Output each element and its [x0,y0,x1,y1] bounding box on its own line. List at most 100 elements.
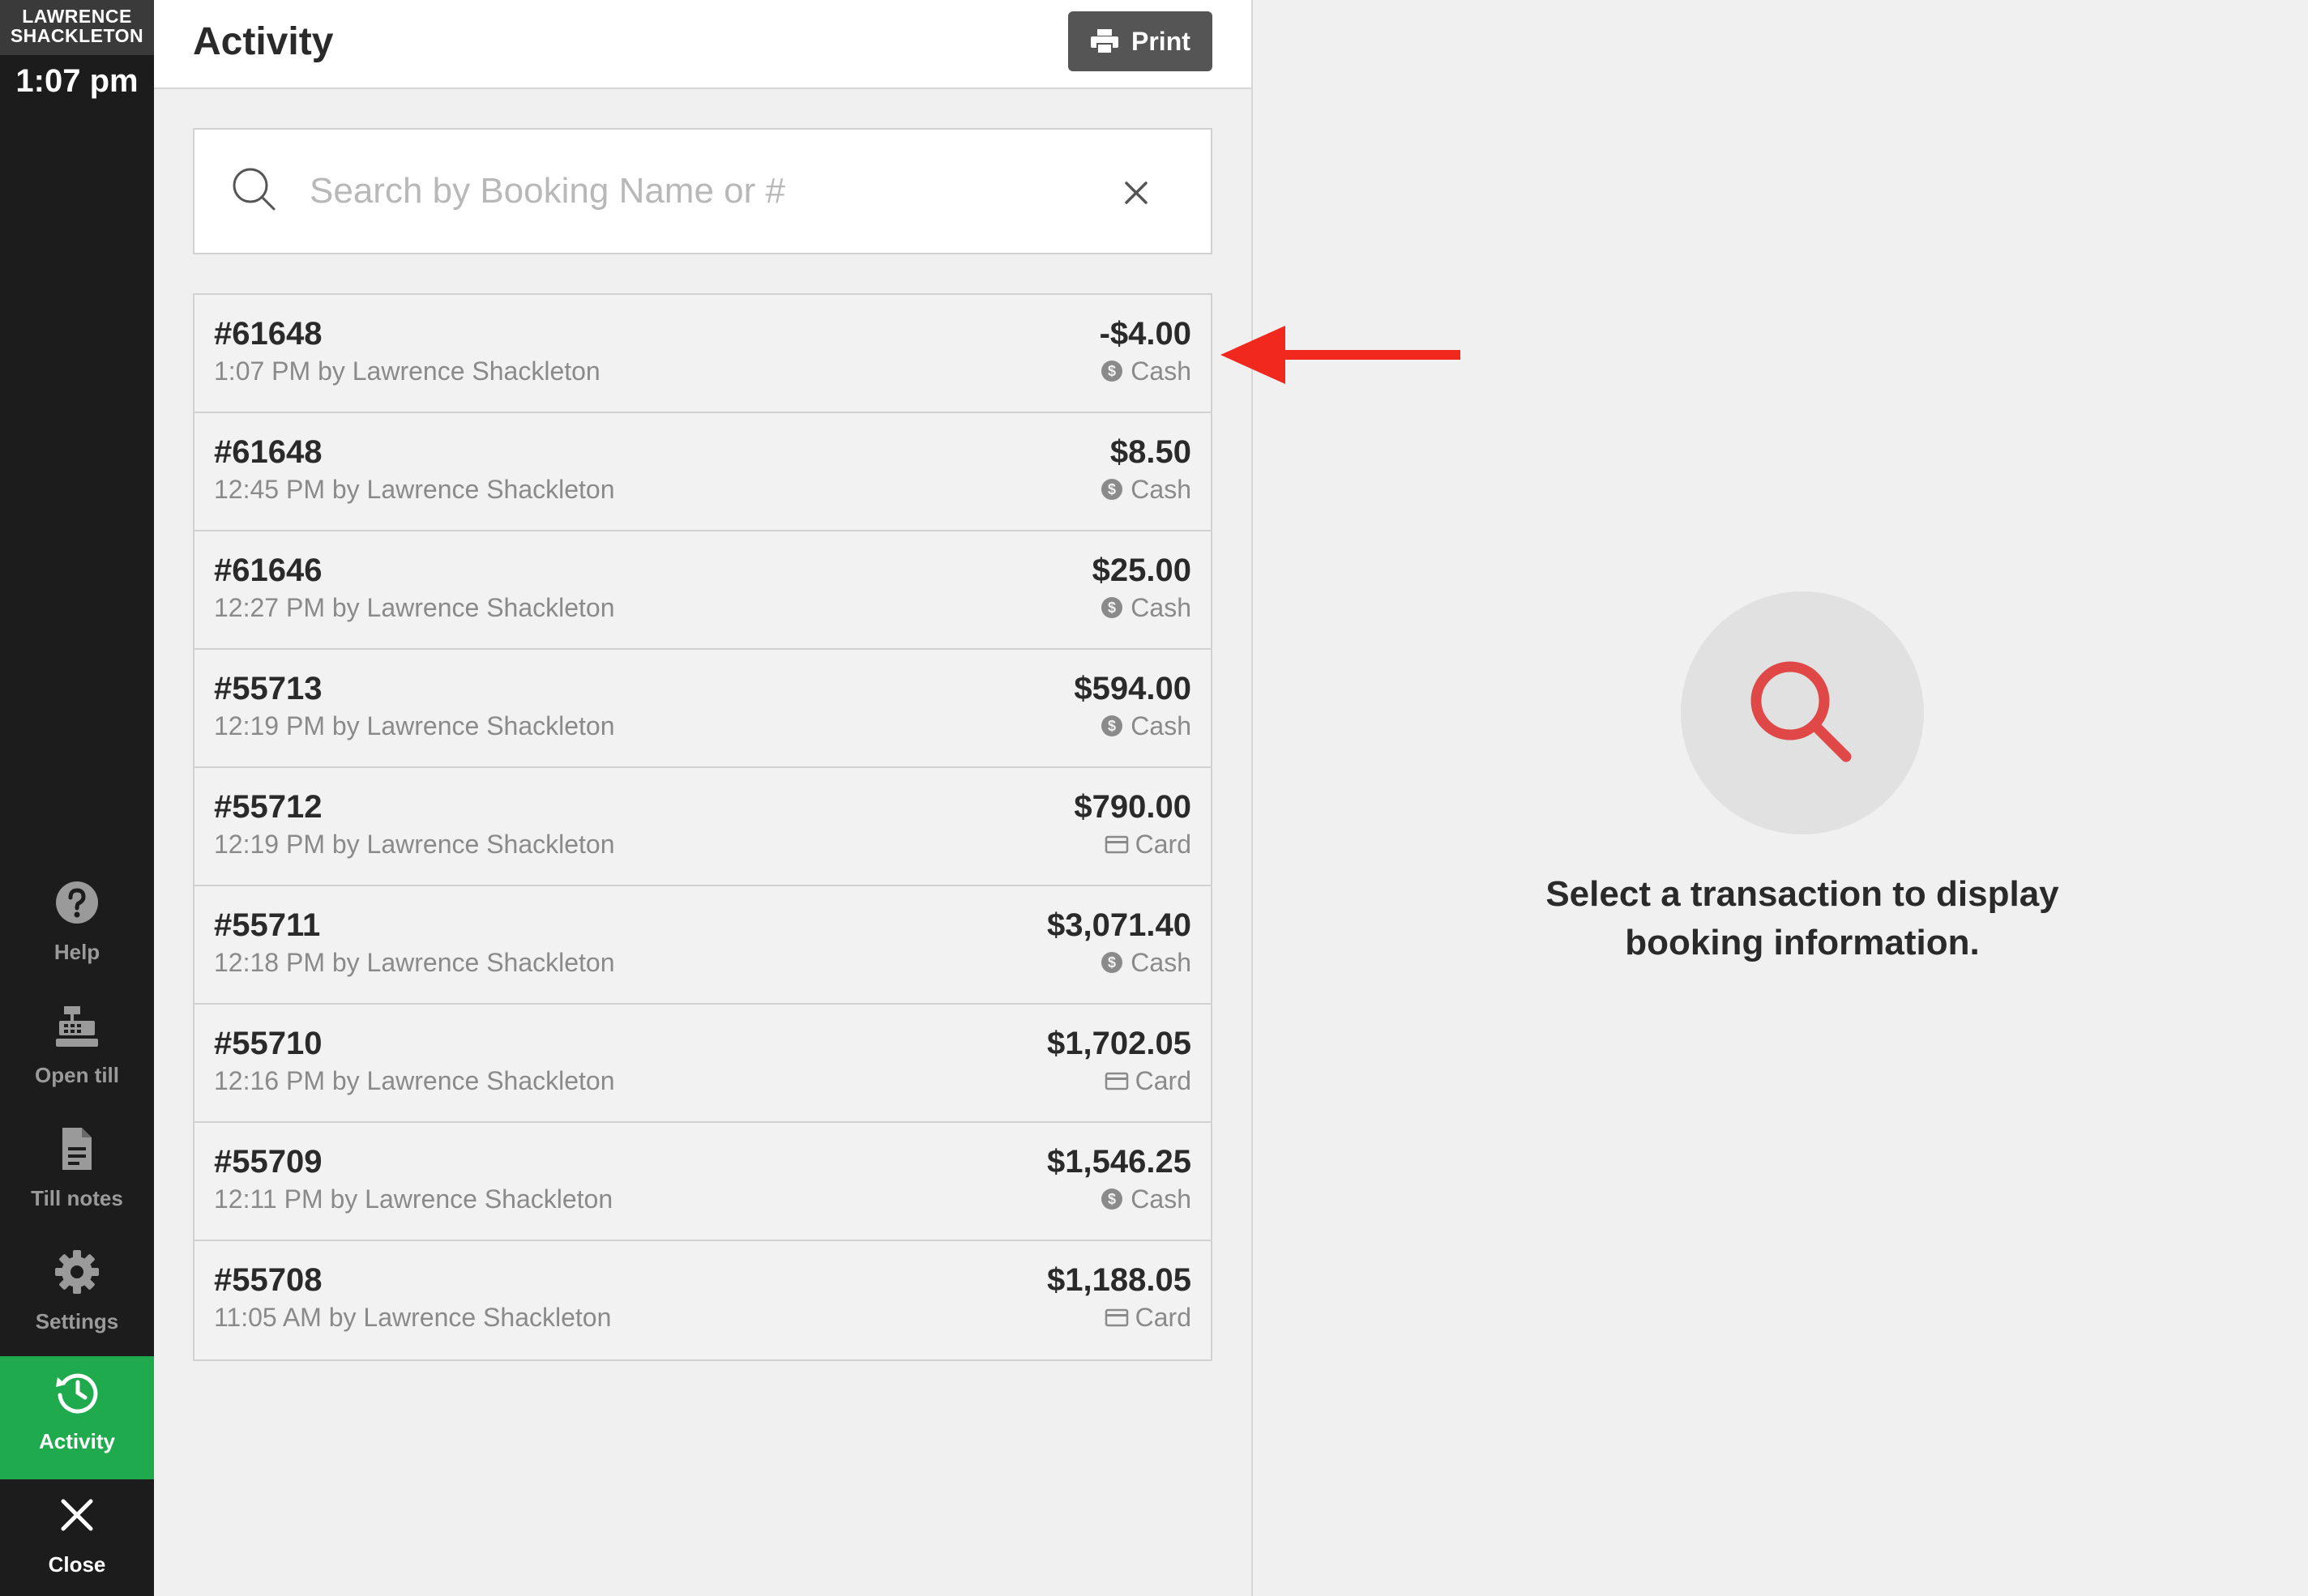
transaction-detail: 12:27 PM by Lawrence Shackleton [214,593,615,622]
nav-till-notes[interactable]: Till notes [0,1113,154,1236]
nav-open-till[interactable]: Open till [0,990,154,1113]
card-icon [1105,1072,1128,1090]
nav-settings[interactable]: Settings [0,1236,154,1359]
payment-method-label: Cash [1130,475,1191,504]
magnifier-icon [1750,661,1852,762]
transaction-amount: -$4.00 [1099,316,1191,352]
transaction-detail: 11:05 AM by Lawrence Shackleton [214,1303,612,1332]
transaction-list: #61648 1:07 PM by Lawrence Shackleton -$4.… [193,293,1212,1361]
transaction-amount: $8.50 [1109,434,1191,470]
payment-method-label: Cash [1130,593,1191,622]
history-icon [56,1373,98,1414]
print-button[interactable]: Print [1068,11,1212,71]
close-icon [61,1499,93,1531]
nav-activity[interactable]: Activity [0,1356,154,1479]
transaction-amount: $3,071.40 [1047,907,1191,943]
header: Activity Print [154,0,1251,89]
transaction-amount: $1,546.25 [1047,1144,1191,1180]
transaction-detail: 1:07 PM by Lawrence Shackleton [214,356,601,386]
payment-method: $ Cash [1100,475,1191,505]
cash-icon: $ [1101,715,1123,736]
transaction-detail: 12:11 PM by Lawrence Shackleton [214,1184,613,1214]
cash-icon: $ [1101,1188,1123,1210]
payment-method: Card [1105,1066,1191,1096]
gear-icon [55,1250,99,1294]
transaction-row[interactable]: #55711 12:18 PM by Lawrence Shackleton $3,… [194,886,1211,1005]
transaction-row[interactable]: #55712 12:19 PM by Lawrence Shackleton $79… [194,768,1211,886]
cash-icon: $ [1101,952,1123,973]
payment-method-label: Cash [1130,948,1191,977]
svg-text:$: $ [1108,718,1116,734]
search-icon [233,168,276,211]
transaction-number: #55713 [214,671,323,706]
user-name: LAWRENCE SHACKLETON [0,0,154,55]
nav-open-till-label: Open till [35,1063,119,1087]
transaction-detail: 12:16 PM by Lawrence Shackleton [214,1066,615,1095]
transaction-row[interactable]: #55709 12:11 PM by Lawrence Shackleton $1,… [194,1123,1211,1241]
transaction-number: #55710 [214,1026,323,1061]
payment-method: Card [1105,1303,1191,1333]
transaction-number: #55712 [214,789,323,825]
payment-method-label: Cash [1130,1184,1191,1214]
cash-icon: $ [1101,597,1123,618]
transaction-row[interactable]: #61648 12:45 PM by Lawrence Shackleton $8.… [194,413,1211,531]
nav-help[interactable]: Help [0,867,154,990]
card-icon [1105,1308,1128,1327]
sidebar: LAWRENCE SHACKLETON 1:07 pm Help Open ti… [0,0,154,1596]
svg-text:$: $ [1108,363,1116,379]
cash-register-icon [56,1006,98,1047]
payment-method: $ Cash [1100,593,1191,623]
help-icon [56,881,98,924]
transaction-row[interactable]: #55708 11:05 AM by Lawrence Shackleton $1,… [194,1241,1211,1359]
transaction-detail: 12:45 PM by Lawrence Shackleton [214,475,615,504]
payment-method: $ Cash [1100,356,1191,386]
transaction-detail: 12:18 PM by Lawrence Shackleton [214,948,615,977]
payment-method-label: Card [1135,1066,1191,1095]
transaction-number: #55711 [214,907,321,943]
transaction-number: #55709 [214,1144,323,1180]
nav-till-notes-label: Till notes [31,1186,123,1210]
transaction-row[interactable]: #61648 1:07 PM by Lawrence Shackleton -$4.… [194,295,1211,413]
svg-text:$: $ [1108,954,1116,971]
nav-settings-label: Settings [35,1309,119,1334]
nav-help-label: Help [53,940,100,964]
panel-divider [1251,0,1253,1596]
payment-method-label: Card [1135,830,1191,859]
transaction-row[interactable]: #55713 12:19 PM by Lawrence Shackleton $59… [194,650,1211,768]
document-icon [62,1128,92,1170]
empty-state-graphic [1681,591,1924,834]
payment-method-label: Cash [1130,711,1191,740]
printer-icon [1091,29,1118,53]
clock: 1:07 pm [15,63,139,99]
transaction-number: #61648 [214,434,323,470]
transaction-number: #61646 [214,553,323,588]
clear-search-icon[interactable] [1118,175,1154,211]
svg-text:$: $ [1108,1191,1116,1207]
payment-method: $ Cash [1100,711,1191,741]
search-input[interactable] [310,162,1120,220]
nav-close[interactable]: Close [0,1479,154,1596]
print-label: Print [1131,27,1190,56]
payment-method: $ Cash [1100,1184,1191,1214]
transaction-row[interactable]: #55710 12:16 PM by Lawrence Shackleton $1,… [194,1005,1211,1123]
transaction-amount: $790.00 [1074,789,1191,825]
transaction-number: #55708 [214,1262,323,1298]
card-icon [1105,835,1128,854]
transaction-amount: $1,188.05 [1047,1262,1191,1298]
cash-icon: $ [1101,479,1123,500]
payment-method: $ Cash [1100,948,1191,978]
transaction-number: #61648 [214,316,323,352]
cash-icon: $ [1101,361,1123,382]
annotation-arrow-icon [1220,326,1460,384]
payment-method: Card [1105,830,1191,860]
transaction-detail: 12:19 PM by Lawrence Shackleton [214,711,615,740]
transaction-amount: $25.00 [1092,553,1191,588]
nav-close-label: Close [48,1552,106,1577]
payment-method-label: Cash [1130,356,1191,386]
transaction-amount: $594.00 [1074,671,1191,706]
svg-text:$: $ [1108,600,1116,616]
empty-state-message: Select a transaction to display booking … [1545,874,2059,962]
nav-activity-label: Activity [39,1429,115,1453]
page-title: Activity [193,20,334,63]
transaction-row[interactable]: #61646 12:27 PM by Lawrence Shackleton $25… [194,531,1211,650]
